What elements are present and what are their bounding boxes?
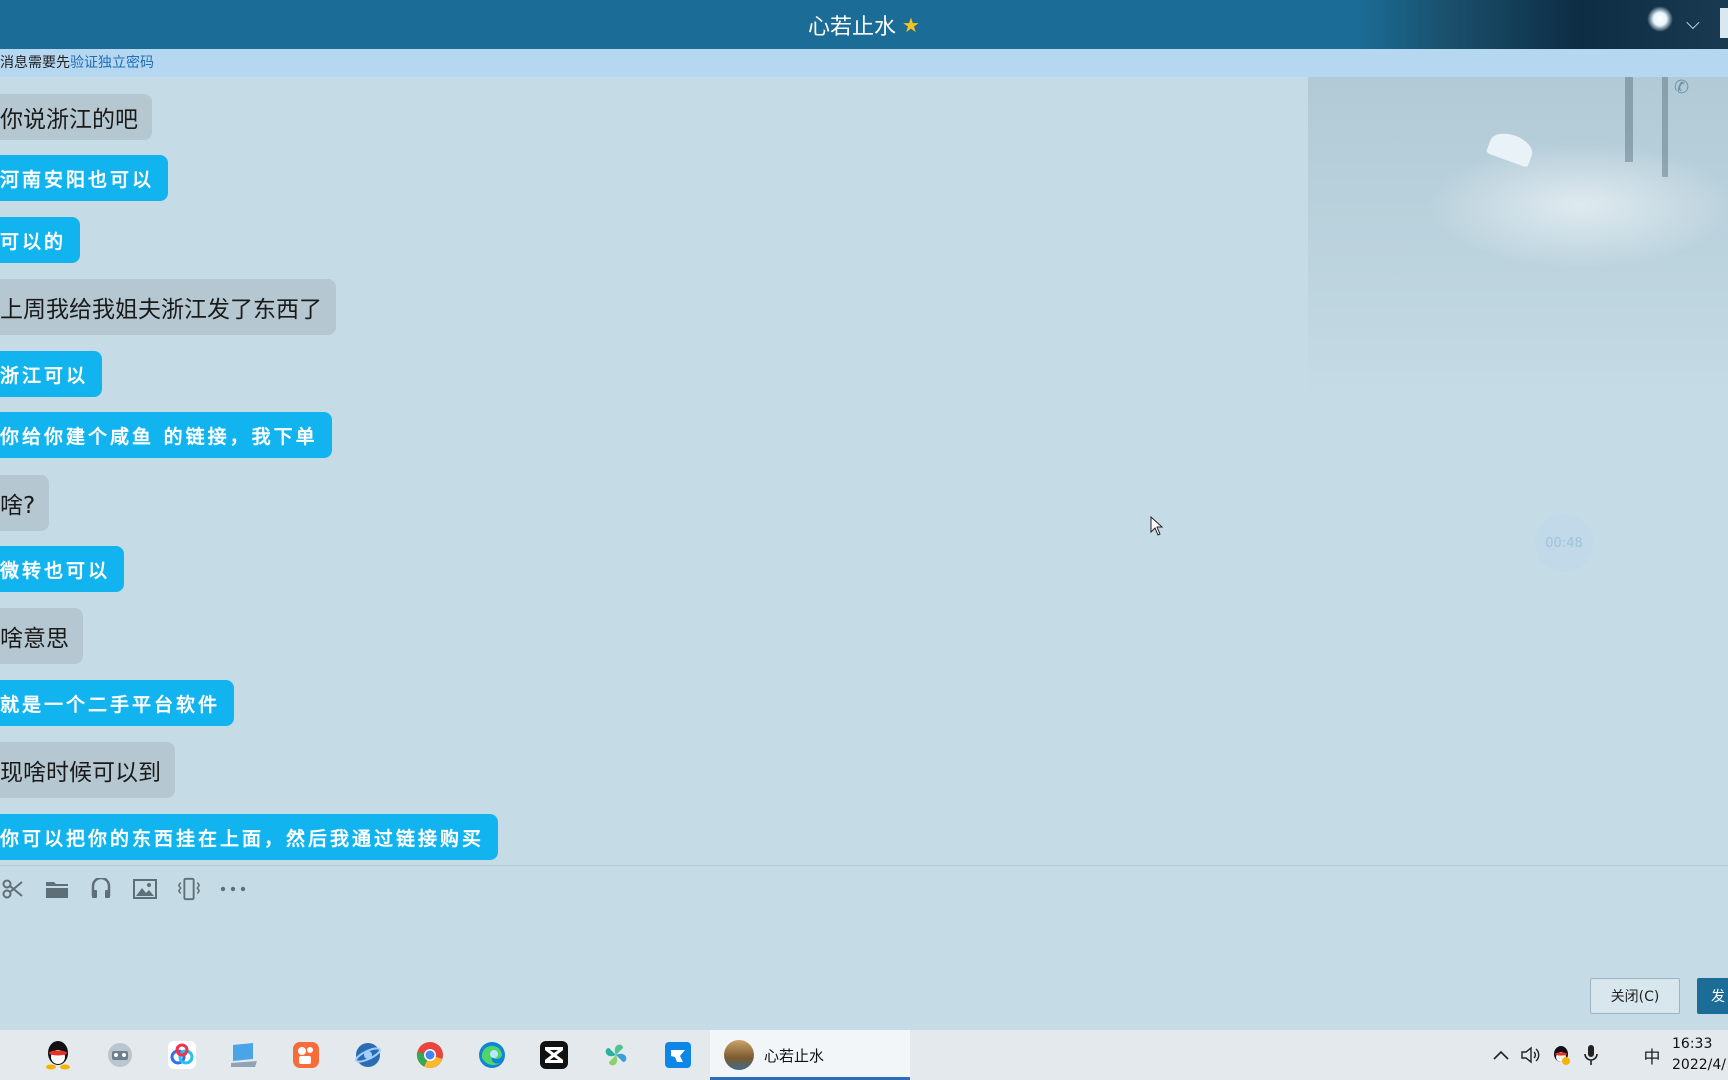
taskbar-active-window[interactable]: 心若止水 [710,1030,910,1080]
contact-avatar [724,1040,754,1070]
message-bubble: 河南安阳也可以 [0,155,169,201]
tree-trunk [1625,77,1633,162]
message-bubble: 啥? [0,475,50,531]
taskbar: 心若止水 中 16:33 2022/4/ [0,1030,1728,1080]
message-text: 浙江可以 [0,364,89,387]
message-bubble: 就是一个二手平台软件 [0,680,235,726]
close-button[interactable]: 关闭(C) [1590,978,1680,1014]
message-text: 河南安阳也可以 [0,168,155,191]
tree-trunk [1662,77,1668,177]
verify-password-link[interactable]: 验证独立密码 [70,55,154,71]
folder-icon[interactable] [44,876,70,902]
message-bubble: 上周我给我姐夫浙江发了东西了 [0,279,336,335]
security-notice: 消息需要先验证独立密码 [0,49,1728,77]
chat-toolbar [0,872,246,906]
clock-time: 16:33 [1672,1036,1713,1052]
browser-globe-icon[interactable] [348,1035,388,1075]
this-pc-icon[interactable] [224,1035,264,1075]
message-text: 上周我给我姐夫浙江发了东西了 [0,297,322,323]
message-bubble: 现啥时候可以到 [0,742,175,798]
clock-date: 2022/4/ [1672,1057,1726,1073]
system-clock[interactable]: 16:33 2022/4/ [1672,1034,1726,1076]
message-bubble: 啥意思 [0,608,83,664]
pinwheel-icon[interactable] [596,1035,636,1075]
more-icon[interactable] [220,876,246,902]
message-bubble: 你说浙江的吧 [0,94,152,140]
message-text: 你说浙江的吧 [0,107,138,133]
edge-icon[interactable] [472,1035,512,1075]
chrome-icon[interactable] [410,1035,450,1075]
message-text: 啥? [0,493,36,519]
mouse-cursor-icon [1150,516,1164,536]
notice-text: 消息需要先 [0,55,70,71]
qq-tray-icon[interactable] [1548,1030,1574,1080]
qq-icon[interactable] [38,1035,78,1075]
message-bubble: 你给你建个咸鱼 的链接，我下单 [0,412,332,458]
message-bubble: 可以的 [0,217,81,263]
feishu-icon[interactable] [658,1035,698,1075]
message-bubble: 微转也可以 [0,546,125,592]
mail-robot-icon[interactable] [100,1035,140,1075]
send-button[interactable]: 发 [1697,978,1728,1014]
message-bubble: 你可以把你的东西挂在上面，然后我通过链接购买 [0,814,499,860]
input-divider [0,865,1728,866]
input-method-indicator[interactable]: 中 [1640,1030,1664,1080]
image-icon[interactable] [132,876,158,902]
baidu-netdisk-icon[interactable] [162,1035,202,1075]
call-timer[interactable]: 00:48 [1535,514,1593,572]
chat-message-area[interactable]: ✆ 你说浙江的吧 河南安阳也可以 可以的 上周我给我姐夫浙江发了东西了 浙江可以… [0,77,1728,865]
message-text: 啥意思 [0,626,69,652]
lamp-light [1647,6,1673,32]
kuaishou-icon[interactable] [286,1035,326,1075]
window-edge [1720,8,1728,38]
message-text: 你给你建个咸鱼 的链接，我下单 [0,425,318,448]
title-bar: 心若止水 ★ ⌵ [0,0,1728,49]
chevron-up-icon[interactable] [1490,1030,1512,1080]
capcut-icon[interactable] [534,1035,574,1075]
microphone-icon[interactable] [1578,1030,1604,1080]
message-bubble: 浙江可以 [0,351,103,397]
message-text: 你可以把你的东西挂在上面，然后我通过链接购买 [0,827,485,850]
title-background-art [1358,0,1728,49]
music-icon[interactable] [88,876,114,902]
message-text: 现啥时候可以到 [0,760,161,786]
scissors-icon[interactable] [0,876,26,902]
chevron-down-icon[interactable]: ⌵ [1680,10,1706,36]
star-icon: ★ [902,12,920,37]
contact-name: 心若止水 [808,14,897,40]
message-text: 可以的 [0,230,67,253]
volume-icon[interactable] [1518,1030,1544,1080]
taskbar-window-label: 心若止水 [764,1046,825,1065]
vibrate-icon[interactable] [176,876,202,902]
message-text: 就是一个二手平台软件 [0,693,221,716]
message-text: 微转也可以 [0,559,111,582]
phone-icon: ✆ [1674,77,1690,98]
